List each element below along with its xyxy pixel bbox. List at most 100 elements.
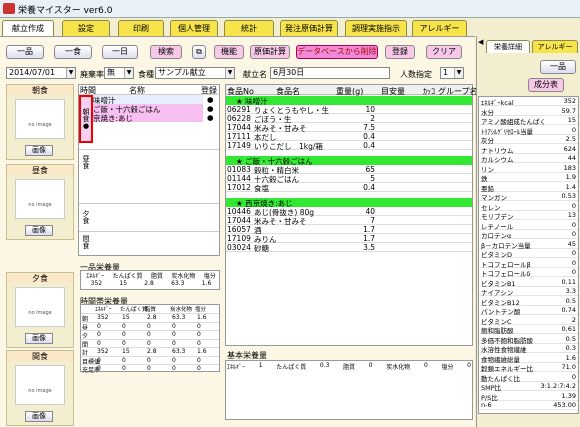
- nutrient-row: カルシウム 44: [479, 154, 578, 164]
- nutrient-row: 食物繊維総量 1.6: [479, 353, 578, 364]
- tab-nutrition-detail[interactable]: 栄養詳細: [486, 40, 530, 53]
- ingredient-row[interactable]: 17044 米みそ・甘みそ 7.5: [226, 123, 472, 133]
- menu-list: 時間 名称 登録 味噌汁 ご飯・十六穀ごはん 京焼き:あじ ● ● ● 朝食● …: [78, 84, 220, 256]
- single-meal-button[interactable]: 一食: [54, 45, 92, 59]
- tab-order-cost[interactable]: 発注原価計算: [280, 20, 338, 36]
- dinner-image-button[interactable]: 画像: [25, 333, 53, 344]
- ingredient-table: 食品No 食品名 重量(g) 目安量 ｶｯｺ グループ名 ★ 味噌汁 06291 り…: [225, 84, 478, 346]
- dinner-image: no image: [15, 287, 65, 327]
- clear-button[interactable]: クリア: [426, 45, 462, 59]
- dinner-side-label: 夕食: [82, 210, 90, 224]
- reg-mark-0: ●: [207, 95, 214, 104]
- nutrient-row: トコフェロールδ 0: [479, 268, 578, 278]
- tab-menu-create[interactable]: 献立作成: [2, 20, 54, 37]
- date-select[interactable]: 2014/07/01 ▼: [6, 67, 76, 79]
- title-bar: 栄養マイスター ver6.0: [0, 0, 580, 18]
- menu-row-0[interactable]: 味噌汁: [93, 95, 203, 105]
- breakfast-panel: 朝食 no image 画像: [6, 84, 74, 160]
- right-arrow-icon[interactable]: ◀: [478, 38, 483, 46]
- ingredient-row[interactable]: 03024 砂糖 3.5: [226, 243, 472, 253]
- snack-side-label: 間食: [82, 235, 90, 249]
- tab-settings[interactable]: 設定: [62, 20, 110, 36]
- app-icon: [3, 3, 15, 14]
- ingredient-row[interactable]: 01083 穀粒・精白米 65: [226, 165, 472, 175]
- ingredient-group-header[interactable]: ★ 味噌汁: [226, 96, 472, 106]
- dinner-panel: 夕食 no image 画像: [6, 272, 74, 348]
- nutrient-row: 多価不飽和脂肪酸 0.5: [479, 334, 578, 345]
- people-select[interactable]: 1 ▼: [440, 67, 464, 79]
- nutrient-row: 穀類エネルギー比 71.0: [479, 363, 578, 373]
- nutrient-row: ビタミンC 2: [479, 315, 578, 326]
- register-button[interactable]: 登録: [385, 45, 415, 59]
- nutrient-row: パントテン酸 0.74: [479, 306, 578, 316]
- snack-label: 間食: [7, 351, 73, 361]
- tab-stats[interactable]: 統計: [224, 20, 274, 36]
- reg-mark-2: ●: [207, 113, 214, 122]
- tab-cooking[interactable]: 調理実施指示: [345, 20, 407, 36]
- right-single-button[interactable]: 一品: [540, 60, 576, 74]
- tab-personal[interactable]: 個人管理: [170, 20, 218, 36]
- ingredient-row[interactable]: 01144 十六穀ごはん 5: [226, 174, 472, 184]
- ingredient-row[interactable]: 16057 酒 1.7: [226, 225, 472, 235]
- breakfast-image-button[interactable]: 画像: [25, 145, 53, 156]
- nutrient-row: 亜鉛 1.4: [479, 182, 578, 193]
- nutrient-row: ビタミンB12 0.5: [479, 296, 578, 307]
- meal-type-select[interactable]: サンプル献立 ▼: [155, 67, 235, 79]
- single-item-button[interactable]: 一品: [6, 45, 44, 59]
- nutrient-row: アミノ酸組成たんぱく 15: [479, 116, 578, 126]
- function-button[interactable]: 機能: [214, 45, 244, 59]
- nutrient-row: ナイアシン 3.3: [479, 287, 578, 297]
- delete-db-button[interactable]: データベースから削除: [296, 45, 378, 59]
- breakfast-image: no image: [15, 99, 65, 139]
- search-button[interactable]: 検索: [150, 45, 182, 59]
- nutrient-row: マンガン 0.53: [479, 192, 578, 202]
- ingredient-group-header[interactable]: ★ ご飯・十六穀ごはん: [226, 156, 472, 166]
- nutrient-row: カロテンα 0: [479, 230, 578, 240]
- tab-right-allergy[interactable]: アレルギー: [532, 40, 578, 53]
- ingredient-row[interactable]: 17111 本だし 0.4: [226, 132, 472, 142]
- nutrient-row: リン 183: [479, 163, 578, 174]
- nutrient-row: P/S比 1.39: [479, 391, 578, 402]
- nutrient-row: 水分 59.7: [479, 106, 578, 117]
- nutrient-row: トコフェロールβ 0: [479, 258, 578, 269]
- time-nutr-row: 充足率 0 0 0 0 0: [81, 364, 219, 374]
- nutrient-row: レチノール 0: [479, 220, 578, 231]
- nutrient-row: 動たんぱく比 0: [479, 372, 578, 383]
- nutrient-row: ナトリウム 624: [479, 144, 578, 155]
- tab-allergy[interactable]: アレルギー: [412, 20, 467, 36]
- window-title: 栄養マイスター ver6.0: [18, 6, 113, 16]
- ingredient-row[interactable]: 06228 ごぼう・生 2: [226, 114, 472, 124]
- waste-select[interactable]: 無 ▼: [104, 67, 134, 79]
- nutrient-row: SMP比 3:1.2:7:4.2: [479, 382, 578, 392]
- lunch-panel: 昼食 no image 画像: [6, 164, 74, 240]
- copy-icon[interactable]: ⧉: [192, 45, 206, 59]
- lunch-image: no image: [15, 179, 65, 219]
- ingredient-row[interactable]: 17109 みりん 1.7: [226, 234, 472, 244]
- cost-button[interactable]: 原価計算: [250, 45, 290, 59]
- meal-type-label: 食種: [138, 70, 154, 79]
- composition-button[interactable]: 成分表: [528, 78, 564, 92]
- nutrient-row: 水溶性食物繊維 0.3: [479, 344, 578, 354]
- ingredient-row[interactable]: 17149 いりこだし 1kg/箱 0.4: [226, 141, 472, 151]
- people-label: 人数指定: [400, 70, 432, 79]
- menu-row-1[interactable]: ご飯・十六穀ごはん: [93, 104, 203, 114]
- ingredient-row[interactable]: 17044 米みそ・甘みそ 7: [226, 216, 472, 226]
- menu-row-2[interactable]: 京焼き:あじ: [93, 113, 203, 123]
- ingredient-row[interactable]: 06291 りょくとうもやし・生 10: [226, 105, 472, 115]
- time-nutr-table: ｴﾈﾙｷﾞｰ たんぱく質 脂質 炭水化物 塩分朝 352 15 2.8 63.3 1.6 昼 0 0 0 0…: [80, 304, 220, 374]
- snack-image-button[interactable]: 画像: [25, 411, 53, 422]
- ingredient-group-header[interactable]: ★ 西京焼き:あじ: [226, 198, 472, 208]
- nutrient-row: ビタミンD 0: [479, 249, 578, 259]
- ingredient-row[interactable]: 10446 あじ(骨抜き) 80g 40: [226, 207, 472, 217]
- nutrient-row: モリブデン 13: [479, 211, 578, 221]
- menu-name-input[interactable]: 6月30日: [270, 67, 390, 79]
- nutrient-row: 灰分 2.5: [479, 135, 578, 145]
- basic-nutr-panel: ｴﾈﾙｷﾞｰ 1 たんぱく質 0.3 脂質 0 炭水化物 0 塩分 0: [225, 360, 473, 420]
- breakfast-side-label: 朝食●: [79, 95, 93, 143]
- nutrient-row: 鉄 1.9: [479, 173, 578, 183]
- single-day-button[interactable]: 一日: [102, 45, 138, 59]
- ingredient-row[interactable]: 17012 食塩 0.4: [226, 183, 472, 193]
- lunch-image-button[interactable]: 画像: [25, 225, 53, 236]
- nutrient-row: ビタミンB1 0.11: [479, 277, 578, 288]
- tab-print[interactable]: 印刷: [118, 20, 164, 36]
